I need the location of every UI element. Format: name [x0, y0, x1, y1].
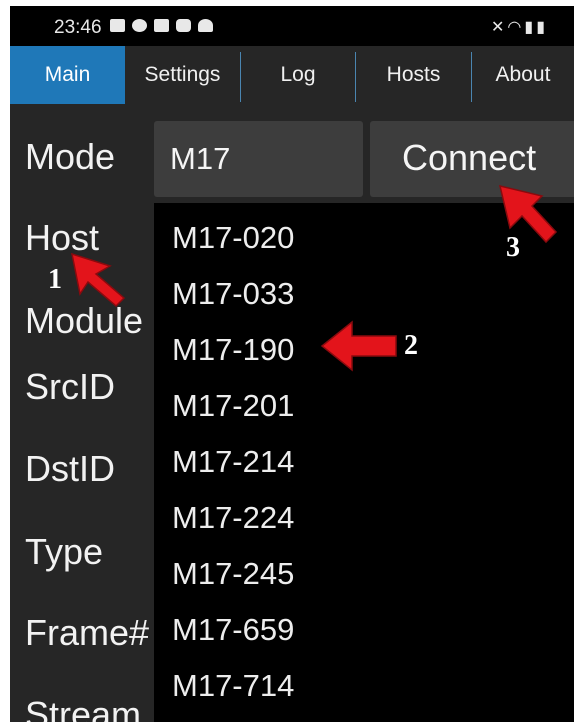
- annotation-arrows: [71, 184, 558, 372]
- arrow-1-icon: [71, 252, 126, 308]
- arrow-2-icon: [320, 320, 397, 372]
- annotation-number-2: 2: [404, 330, 418, 361]
- annotation-number-3: 3: [506, 232, 520, 263]
- annotation-number-1: 1: [48, 264, 62, 295]
